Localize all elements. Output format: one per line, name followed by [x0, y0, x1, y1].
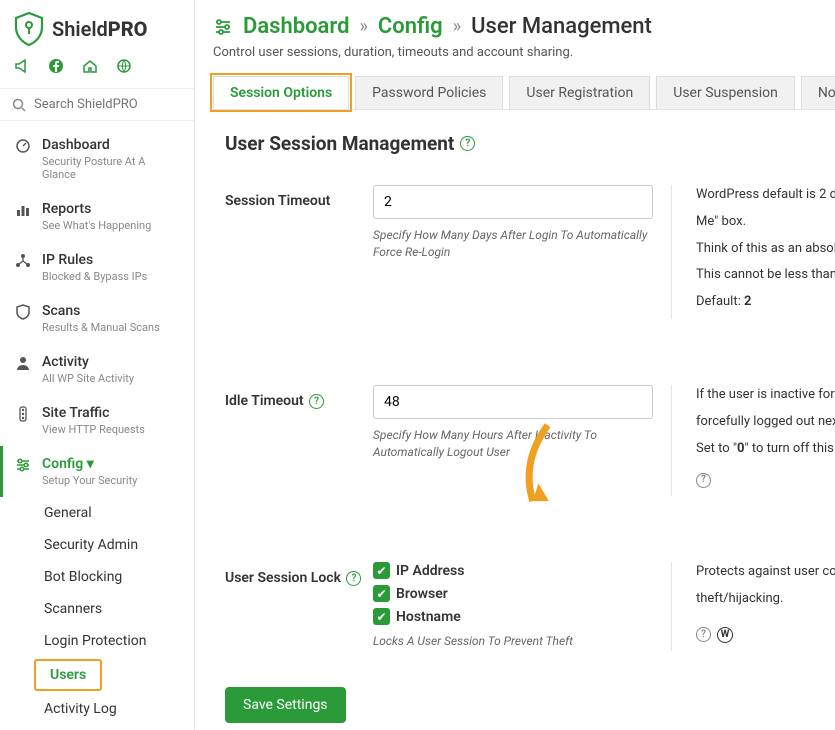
- sliders-icon: [14, 457, 32, 473]
- tab-user-registration[interactable]: User Registration: [509, 76, 650, 109]
- check-icon: ✔: [373, 562, 390, 579]
- sidebar-item-ip-rules[interactable]: IP RulesBlocked & Bypass IPs: [0, 242, 194, 293]
- wordpress-icon[interactable]: W: [717, 627, 733, 643]
- sidebar-item-activity[interactable]: ActivityAll WP Site Activity: [0, 344, 194, 395]
- bars-icon: [14, 202, 32, 218]
- crumb-config[interactable]: Config: [378, 14, 443, 39]
- check-icon: ✔: [373, 608, 390, 625]
- subnav-security-admin[interactable]: Security Admin: [34, 529, 194, 561]
- person-icon: [14, 355, 32, 371]
- shield-icon: [14, 304, 32, 320]
- input-idle-timeout[interactable]: [373, 385, 653, 419]
- breadcrumb: Dashboard » Config » User Management: [213, 14, 835, 39]
- hint-idle-timeout: Specify How Many Hours After Inactivity …: [373, 427, 653, 461]
- tab-notifications[interactable]: Notifications: [801, 76, 835, 109]
- megaphone-icon[interactable]: [14, 58, 30, 74]
- check-icon: ✔: [373, 585, 390, 602]
- network-icon: [14, 253, 32, 269]
- shield-logo-icon: [14, 12, 44, 46]
- brand: ShieldPRO: [0, 0, 194, 52]
- hint-session-lock: Locks A User Session To Prevent Theft: [373, 633, 653, 650]
- tab-password-policies[interactable]: Password Policies: [355, 76, 503, 109]
- section-title: User Session Management ?: [225, 132, 835, 155]
- tab-session-options[interactable]: Session Options: [213, 76, 349, 109]
- subnav-login-protection[interactable]: Login Protection: [34, 625, 194, 657]
- checkbox-hostname[interactable]: ✔Hostname: [373, 608, 653, 625]
- input-session-timeout[interactable]: [373, 185, 653, 219]
- help-icon[interactable]: ?: [460, 136, 475, 151]
- home-icon[interactable]: [82, 58, 98, 74]
- sidebar-item-dashboard[interactable]: DashboardSecurity Posture At A Glance: [0, 127, 194, 191]
- traffic-icon: [14, 406, 32, 422]
- page-description: Control user sessions, duration, timeout…: [213, 45, 835, 60]
- save-button[interactable]: Save Settings: [225, 687, 346, 723]
- label-idle-timeout: Idle Timeout ?: [225, 385, 373, 409]
- gauge-icon: [14, 138, 32, 154]
- search-box[interactable]: [0, 88, 194, 121]
- brand-name: ShieldPRO: [52, 17, 147, 41]
- help-session-lock: Protects against user compromi theft/hij…: [671, 562, 835, 650]
- help-icon[interactable]: ?: [346, 571, 361, 586]
- subnav-general[interactable]: General: [34, 497, 194, 529]
- hint-session-timeout: Specify How Many Days After Login To Aut…: [373, 227, 653, 261]
- help-idle-timeout: If the user is inactive for the nu force…: [671, 385, 835, 496]
- help-icon[interactable]: ?: [696, 627, 711, 642]
- row-idle-timeout: Idle Timeout ? Specify How Many Hours Af…: [225, 385, 835, 496]
- subnav-activity-log[interactable]: Activity Log: [34, 693, 194, 725]
- subnav-bot-blocking[interactable]: Bot Blocking: [34, 561, 194, 593]
- sidebar-item-config-[interactable]: Config ▾Setup Your Security: [0, 446, 194, 497]
- search-input[interactable]: [34, 97, 182, 112]
- label-session-timeout: Session Timeout: [225, 185, 373, 209]
- subnav-scanners[interactable]: Scanners: [34, 593, 194, 625]
- globe-icon[interactable]: [116, 58, 132, 74]
- row-session-timeout: Session Timeout Specify How Many Days Af…: [225, 185, 835, 319]
- sidebar-item-site-traffic[interactable]: Site TrafficView HTTP Requests: [0, 395, 194, 446]
- tabs: Session OptionsPassword PoliciesUser Reg…: [213, 76, 835, 110]
- sidebar-item-reports[interactable]: ReportsSee What's Happening: [0, 191, 194, 242]
- help-session-timeout: WordPress default is 2 days, o Me" box. …: [671, 185, 835, 319]
- help-icon[interactable]: ?: [696, 473, 711, 488]
- subnav-users[interactable]: Users: [34, 659, 102, 691]
- facebook-icon[interactable]: [48, 58, 64, 74]
- sliders-icon: [213, 17, 233, 37]
- checkbox-browser[interactable]: ✔Browser: [373, 585, 653, 602]
- crumb-current: User Management: [471, 14, 652, 39]
- label-session-lock: User Session Lock ?: [225, 562, 373, 586]
- search-icon: [12, 98, 26, 112]
- row-session-lock: User Session Lock ? ✔IP Address ✔Browser…: [225, 562, 835, 650]
- sidebar-nav: DashboardSecurity Posture At A GlanceRep…: [0, 121, 194, 730]
- help-icon[interactable]: ?: [309, 394, 324, 409]
- tab-user-suspension[interactable]: User Suspension: [656, 76, 795, 109]
- checkbox-ip-address[interactable]: ✔IP Address: [373, 562, 653, 579]
- crumb-dashboard[interactable]: Dashboard: [243, 14, 349, 39]
- sidebar-item-scans[interactable]: ScansResults & Manual Scans: [0, 293, 194, 344]
